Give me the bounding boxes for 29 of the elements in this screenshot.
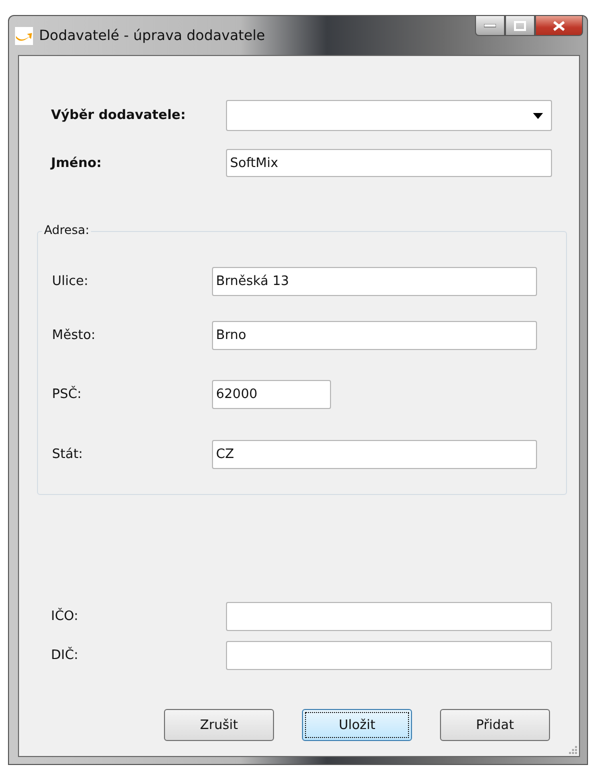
input-field[interactable] xyxy=(226,641,552,670)
minimize-icon xyxy=(484,24,496,28)
resize-grip-icon xyxy=(567,744,577,754)
input-field[interactable]: SoftMix xyxy=(226,149,552,177)
input-field[interactable] xyxy=(226,602,552,631)
field-label: Stát: xyxy=(52,447,84,462)
field-label: Ulice: xyxy=(52,274,90,289)
field-label: PSČ: xyxy=(52,387,83,402)
cancel-button[interactable]: Zrušit xyxy=(164,709,274,741)
field-label: Jméno: xyxy=(51,156,103,170)
save-button[interactable]: Uložit xyxy=(302,709,412,741)
window-title: Dodavatelé - úprava dodavatele xyxy=(39,28,266,44)
field-label: DIČ: xyxy=(51,648,80,663)
maximize-button[interactable] xyxy=(505,16,535,36)
close-button[interactable] xyxy=(535,16,583,36)
input-field[interactable]: Brno xyxy=(212,321,537,350)
app-icon xyxy=(15,26,33,44)
minimize-button[interactable] xyxy=(475,16,505,36)
input-field[interactable]: 62000 xyxy=(212,380,331,409)
input-field[interactable]: Brněská 13 xyxy=(212,267,537,296)
group-title: Adresa: xyxy=(42,223,92,237)
field-label: IČO: xyxy=(51,609,80,624)
field-label: Výběr dodavatele: xyxy=(51,108,187,123)
add-button[interactable]: Přidat xyxy=(440,709,550,741)
input-field[interactable]: CZ xyxy=(212,440,537,469)
maximize-icon xyxy=(514,20,526,30)
dropdown-arrow-icon xyxy=(533,112,543,118)
close-icon xyxy=(553,20,565,30)
field-label: Město: xyxy=(52,328,96,343)
